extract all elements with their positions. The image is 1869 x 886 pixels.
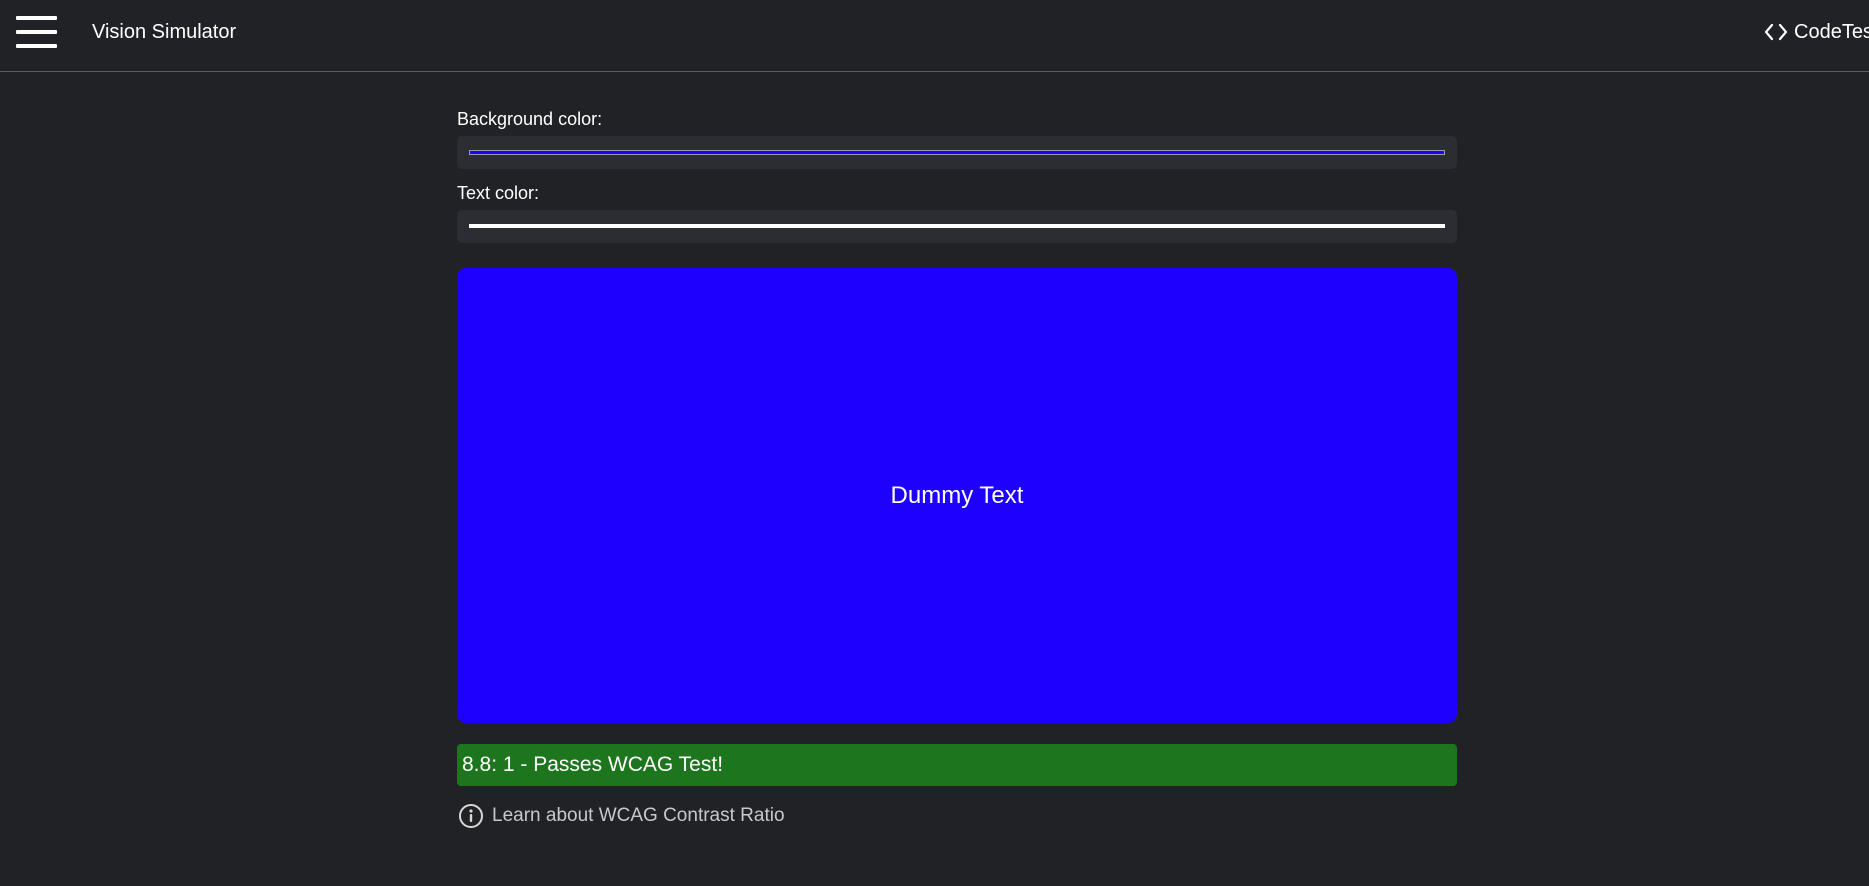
info-circle-icon xyxy=(459,804,483,828)
text-color-label: Text color: xyxy=(457,183,540,203)
wcag-result-banner: 8.8: 1 - Passes WCAG Test! xyxy=(457,744,1457,786)
codetesc-brand-link[interactable]: CodeTesc xyxy=(1764,19,1869,45)
contrast-result-text: 8.8: 1 - Passes WCAG Test! xyxy=(462,753,724,776)
text-color-swatch xyxy=(469,224,1445,228)
contrast-preview-box: Dummy Text xyxy=(457,268,1457,723)
background-color-input[interactable] xyxy=(457,136,1457,169)
hamburger-menu-icon[interactable] xyxy=(16,16,57,48)
background-color-swatch xyxy=(469,150,1445,155)
background-color-label: Background color: xyxy=(457,109,603,129)
app-title: Vision Simulator xyxy=(92,21,237,43)
text-color-input[interactable] xyxy=(457,210,1457,243)
top-navbar: Vision Simulator CodeTesc xyxy=(0,0,1869,72)
code-brackets-icon xyxy=(1764,23,1788,41)
learn-wcag-link[interactable]: Learn about WCAG Contrast Ratio xyxy=(458,803,785,829)
brand-label: CodeTesc xyxy=(1794,21,1869,43)
learn-wcag-link-text[interactable]: Learn about WCAG Contrast Ratio xyxy=(492,804,785,828)
preview-text: Dummy Text xyxy=(890,481,1024,509)
